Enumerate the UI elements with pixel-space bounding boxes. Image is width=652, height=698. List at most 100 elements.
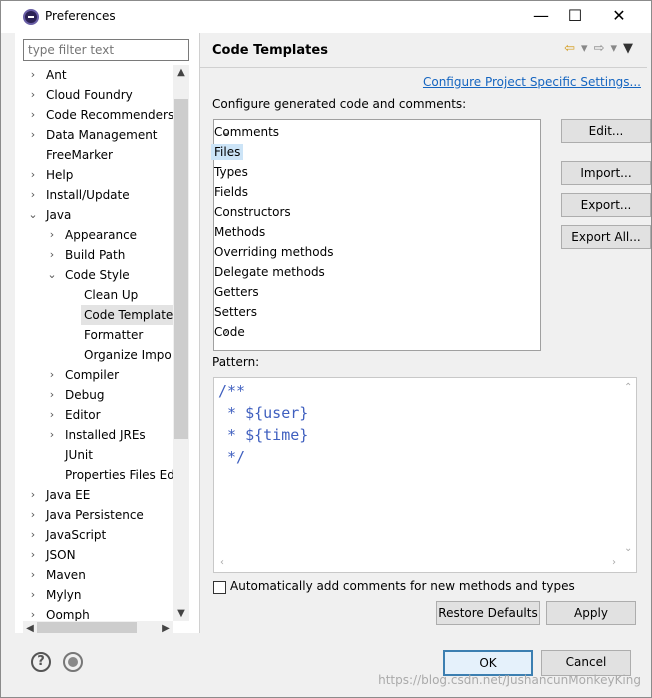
tree-item-label: JUnit (65, 448, 93, 462)
pattern-vertical-scrollbar[interactable]: ⌃ ⌄ (620, 378, 636, 556)
tree-item-compiler[interactable]: › Compiler (23, 365, 173, 385)
tree-item-java-persistence[interactable]: › Java Persistence (23, 505, 173, 525)
edit-button[interactable]: Edit... (561, 119, 651, 143)
tree-item-debug[interactable]: › Debug (23, 385, 173, 405)
collapsed-chevron-icon[interactable]: › (27, 65, 39, 85)
apply-button[interactable]: Apply (546, 601, 636, 625)
scroll-down-icon[interactable]: ▼ (173, 608, 189, 619)
collapsed-chevron-icon[interactable]: › (46, 385, 58, 405)
tree-item-label: JSON (46, 548, 76, 562)
template-item-delegate-methods[interactable]: Delegate methods (214, 262, 534, 282)
template-item-getters[interactable]: Getters (214, 282, 534, 302)
scroll-up-icon[interactable]: ⌃ (624, 382, 632, 393)
collapsed-chevron-icon[interactable]: › (27, 545, 39, 565)
collapsed-chevron-icon[interactable]: › (27, 485, 39, 505)
forward-dropdown-icon[interactable]: ▾ (610, 41, 617, 56)
tree-item-mylyn[interactable]: › Mylyn (23, 585, 173, 605)
back-dropdown-icon[interactable]: ▾ (581, 41, 588, 56)
tree-item-organize-impo[interactable]: Organize Impo (23, 345, 173, 365)
tree-item-help[interactable]: › Help (23, 165, 173, 185)
tree-item-install-update[interactable]: › Install/Update (23, 185, 173, 205)
tree-item-java[interactable]: ⌄ Java (23, 205, 173, 225)
tree-item-code-style[interactable]: ⌄ Code Style (23, 265, 173, 285)
maximize-button[interactable]: ☐ (555, 1, 595, 33)
close-button[interactable]: ✕ (599, 1, 639, 33)
scrollbar-thumb[interactable] (174, 99, 188, 439)
template-item-fields[interactable]: Fields (214, 182, 534, 202)
scroll-right-icon[interactable]: › (612, 557, 616, 568)
scroll-down-icon[interactable]: ⌄ (624, 543, 632, 554)
tree-item-clean-up[interactable]: Clean Up (23, 285, 173, 305)
tree-item-editor[interactable]: › Editor (23, 405, 173, 425)
title-bar[interactable]: Preferences — ☐ ✕ (1, 1, 651, 33)
tree-item-freemarker[interactable]: FreeMarker (23, 145, 173, 165)
tree-item-junit[interactable]: JUnit (23, 445, 173, 465)
collapsed-chevron-icon[interactable]: › (220, 322, 232, 342)
template-item-methods[interactable]: Methods (214, 222, 534, 242)
tree-item-build-path[interactable]: › Build Path (23, 245, 173, 265)
record-macro-icon[interactable] (63, 652, 83, 672)
tree-item-code-recommenders[interactable]: › Code Recommenders (23, 105, 174, 125)
auto-comments-label[interactable]: Automatically add comments for new metho… (230, 579, 575, 593)
tree-item-label: Installed JREs (65, 428, 146, 442)
collapsed-chevron-icon[interactable]: › (46, 405, 58, 425)
template-item-comments[interactable]: ⌄ Comments (214, 122, 534, 142)
tree-item-maven[interactable]: › Maven (23, 565, 173, 585)
pattern-horizontal-scrollbar[interactable]: ‹ › (214, 556, 620, 572)
tree-item-installed-jres[interactable]: › Installed JREs (23, 425, 173, 445)
collapsed-chevron-icon[interactable]: › (27, 85, 39, 105)
tree-item-cloud-foundry[interactable]: › Cloud Foundry (23, 85, 173, 105)
tree-item-data-management[interactable]: › Data Management (23, 125, 173, 145)
template-item-types[interactable]: Types (214, 162, 534, 182)
collapsed-chevron-icon[interactable]: › (46, 245, 58, 265)
scroll-up-icon[interactable]: ▲ (173, 67, 189, 78)
configure-project-settings-link[interactable]: Configure Project Specific Settings... (423, 75, 641, 89)
forward-arrow-icon[interactable]: ⇨ (594, 41, 605, 56)
pattern-code[interactable]: /** * ${user} * ${time} */ (218, 380, 308, 468)
template-item-code[interactable]: › Code (214, 322, 534, 342)
tree-item-javascript[interactable]: › JavaScript (23, 525, 173, 545)
collapsed-chevron-icon[interactable]: › (27, 565, 39, 585)
tree-item-properties-files-ed[interactable]: Properties Files Ed (23, 465, 175, 485)
expanded-chevron-icon[interactable]: ⌄ (27, 205, 39, 225)
tree-item-label: Code Style (65, 268, 130, 282)
tree-item-appearance[interactable]: › Appearance (23, 225, 173, 245)
collapsed-chevron-icon[interactable]: › (46, 225, 58, 245)
tree-item-java-ee[interactable]: › Java EE (23, 485, 173, 505)
template-item-label: Constructors (214, 205, 291, 219)
export-button[interactable]: Export... (561, 193, 651, 217)
template-item-constructors[interactable]: Constructors (214, 202, 534, 222)
template-item-label: Types (214, 165, 248, 179)
collapsed-chevron-icon[interactable]: › (27, 165, 39, 185)
tree-vertical-scrollbar[interactable]: ▲ ▼ (173, 65, 189, 621)
collapsed-chevron-icon[interactable]: › (27, 125, 39, 145)
expanded-chevron-icon[interactable]: ⌄ (46, 265, 58, 285)
collapsed-chevron-icon[interactable]: › (46, 365, 58, 385)
pattern-editor[interactable]: /** * ${user} * ${time} */ ⌃ ⌄ ‹ › (213, 377, 637, 573)
back-arrow-icon[interactable]: ⇦ (564, 41, 575, 56)
import-button[interactable]: Import... (561, 161, 651, 185)
help-icon[interactable]: ? (31, 652, 51, 672)
collapsed-chevron-icon[interactable]: › (27, 505, 39, 525)
template-item-setters[interactable]: Setters (214, 302, 534, 322)
tree-item-json[interactable]: › JSON (23, 545, 173, 565)
collapsed-chevron-icon[interactable]: › (27, 105, 39, 125)
collapsed-chevron-icon[interactable]: › (46, 425, 58, 445)
pattern-label: Pattern: (212, 355, 260, 369)
collapsed-chevron-icon[interactable]: › (27, 525, 39, 545)
tree-item-formatter[interactable]: Formatter (23, 325, 173, 345)
scroll-left-icon[interactable]: ‹ (220, 557, 224, 568)
tree-item-code-template[interactable]: Code Template (23, 305, 177, 325)
template-item-files[interactable]: Files (211, 142, 534, 162)
expanded-chevron-icon[interactable]: ⌄ (220, 122, 232, 142)
collapsed-chevron-icon[interactable]: › (27, 585, 39, 605)
auto-comments-checkbox[interactable] (213, 581, 226, 594)
restore-defaults-button[interactable]: Restore Defaults (436, 601, 540, 625)
template-item-overriding-methods[interactable]: Overriding methods (214, 242, 534, 262)
collapsed-chevron-icon[interactable]: › (27, 185, 39, 205)
filter-input[interactable] (23, 39, 189, 61)
view-menu-icon[interactable]: ▼ (623, 41, 633, 56)
tree-item-label: Maven (46, 568, 86, 582)
tree-item-ant[interactable]: › Ant (23, 65, 173, 85)
export-all-button[interactable]: Export All... (561, 225, 651, 249)
